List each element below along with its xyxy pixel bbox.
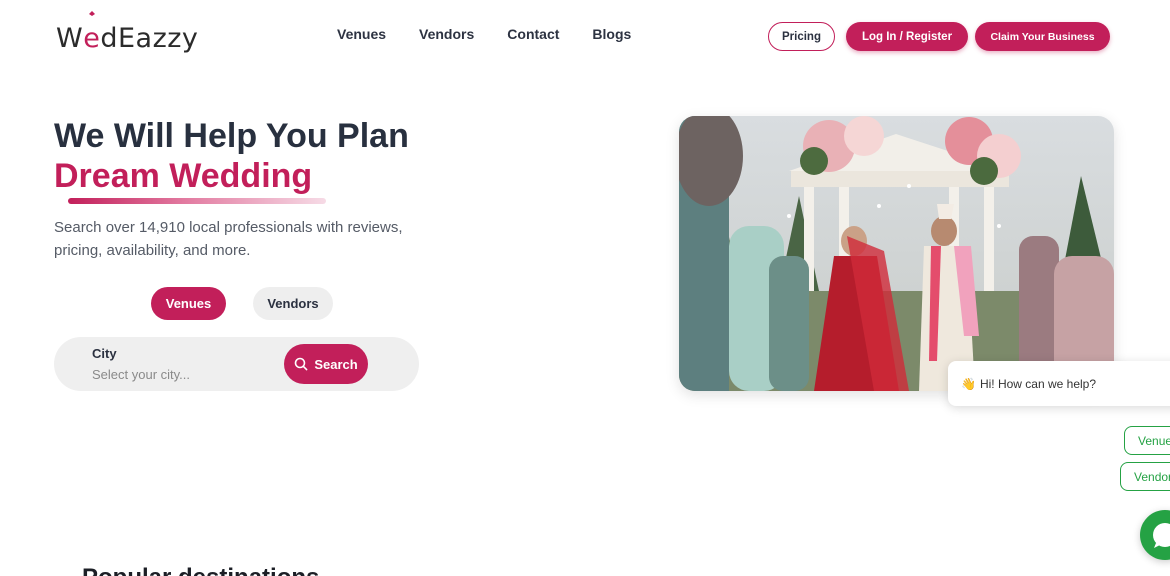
- claim-business-button[interactable]: Claim Your Business: [975, 22, 1110, 51]
- tab-vendors[interactable]: Vendors: [253, 287, 333, 320]
- ring-icon: [89, 11, 96, 16]
- main-nav: Venues Vendors Contact Blogs: [337, 26, 631, 42]
- title-underline: [68, 198, 326, 204]
- chat-quick-vendors-button[interactable]: Vendors: [1120, 462, 1170, 491]
- hero-wedding-photo: [679, 116, 1114, 391]
- city-input[interactable]: [92, 364, 272, 384]
- chat-quick-venues-button[interactable]: Venues: [1124, 426, 1170, 455]
- tab-venues[interactable]: Venues: [151, 287, 226, 320]
- chat-icon: [1153, 523, 1170, 548]
- city-label: City: [92, 346, 117, 361]
- logo-ring-letter: e: [83, 11, 101, 54]
- login-register-button[interactable]: Log In / Register: [846, 22, 968, 51]
- nav-venues[interactable]: Venues: [337, 26, 386, 42]
- search-icon: [295, 357, 308, 371]
- logo[interactable]: W e dEazzy: [56, 11, 199, 54]
- search-button-label: Search: [314, 356, 358, 372]
- nav-contact[interactable]: Contact: [507, 26, 559, 42]
- hero-subtitle: Search over 14,910 local professionals w…: [54, 219, 403, 259]
- pricing-button[interactable]: Pricing: [768, 22, 835, 51]
- chat-greeting-bubble[interactable]: 👋 Hi! How can we help?: [948, 361, 1170, 406]
- search-button[interactable]: Search: [284, 344, 368, 384]
- whatsapp-chat-button[interactable]: [1140, 510, 1170, 560]
- hero-title: We Will Help You Plan: [54, 117, 409, 155]
- logo-ring-char: e: [83, 23, 101, 54]
- nav-blogs[interactable]: Blogs: [592, 26, 631, 42]
- page: W e dEazzy Venues Vendors Contact Blogs …: [0, 0, 1170, 576]
- search-box: City Search: [54, 337, 419, 391]
- nav-vendors[interactable]: Vendors: [419, 26, 474, 42]
- logo-text-suffix: dEazzy: [100, 23, 199, 54]
- wedding-photo-illustration: [679, 116, 1114, 391]
- chat-greeting-text: Hi! How can we help?: [979, 376, 1097, 391]
- logo-text-prefix: W: [56, 23, 84, 54]
- section-title: Popular destinations: [82, 564, 319, 576]
- hero-accent-title: Dream Wedding: [54, 157, 313, 195]
- waving-hand-icon: 👋: [961, 376, 976, 391]
